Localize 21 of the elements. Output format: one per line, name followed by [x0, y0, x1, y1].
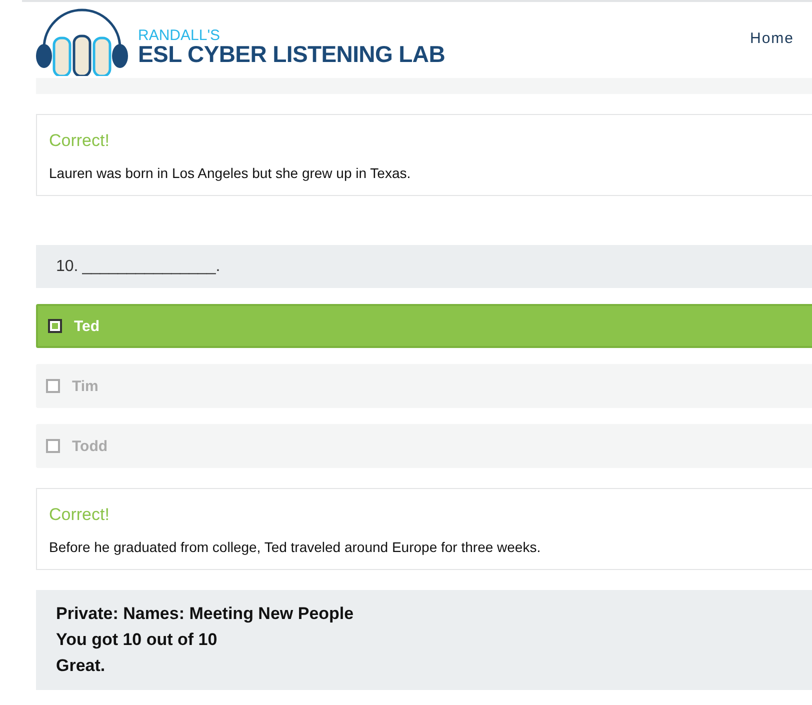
nav-link[interactable]: Home	[750, 30, 794, 46]
quiz-title: Private: Names: Meeting New People	[56, 604, 355, 624]
logo-subtitle: RANDALL'S	[138, 28, 222, 43]
feedback-text: Before he graduated from college, Ted traveled around Europe for three weeks.	[49, 539, 542, 555]
answer-option[interactable]: Ted	[36, 304, 812, 348]
question-blank: _______________.	[82, 258, 220, 276]
checkbox[interactable]	[46, 439, 60, 453]
checkbox[interactable]	[46, 379, 60, 393]
feedback-text: Lauren was born in Los Angeles but she grew up in Texas.	[49, 165, 412, 181]
option-label: Todd	[72, 438, 108, 454]
answer-option[interactable]: Tim	[36, 364, 812, 408]
logo-title: ESL CYBER LISTENING LAB	[138, 43, 446, 66]
option-label: Ted	[74, 318, 100, 334]
score-comment: Great.	[56, 656, 106, 676]
score-text: You got 10 out of 10	[56, 630, 218, 650]
question-number: 10.	[56, 258, 78, 276]
checkbox[interactable]	[48, 319, 62, 333]
option-label: Tim	[72, 378, 98, 394]
feedback-title: Correct!	[49, 505, 110, 525]
answer-option[interactable]: Todd	[36, 424, 812, 468]
feedback-title: Correct!	[49, 131, 110, 151]
